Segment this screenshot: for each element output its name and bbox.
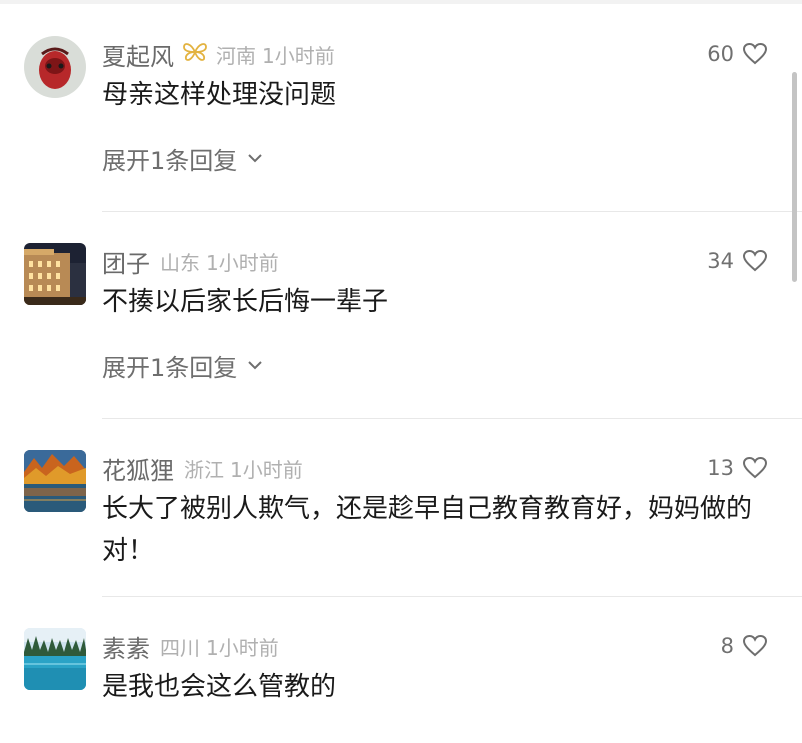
like-button[interactable]: 34 [707,243,768,279]
like-count: 34 [707,249,734,273]
location: 河南 [216,43,256,68]
comment-list-screen: 夏起风 河南 1小时前 60 母亲这样处理没问题 展开1条回复 团子 山东 1小… [0,0,802,743]
username[interactable]: 夏起风 [102,37,174,72]
comment-meta: 夏起风 河南 1小时前 [102,36,335,72]
location: 浙江 [184,457,224,482]
like-button[interactable]: 8 [721,628,768,664]
chevron-down-icon [248,154,262,163]
expand-replies-button[interactable]: 展开1条回复 [102,140,263,176]
divider [102,211,802,212]
username[interactable]: 素素 [102,629,150,664]
like-count: 13 [707,456,734,480]
heart-icon [742,42,768,65]
like-button[interactable]: 13 [707,450,768,486]
comment-meta: 花狐狸 浙江 1小时前 [102,450,303,486]
scrollbar[interactable] [792,72,797,282]
like-count: 8 [720,634,734,658]
avatar-blue-lake-image [24,628,86,690]
avatar-building-night-image [24,243,86,305]
timestamp: 1小时前 [206,250,279,275]
expand-replies-label: 展开1条回复 [102,146,238,175]
avatar-autumn-lake-image [24,450,86,512]
heart-icon [742,456,768,479]
comment-meta: 团子 山东 1小时前 [102,243,279,279]
heart-icon [742,634,768,657]
avatar[interactable] [24,243,86,305]
expand-replies-button[interactable]: 展开1条回复 [102,347,263,383]
avatar-red-mask-image [24,36,86,98]
expand-replies-label: 展开1条回复 [102,353,238,382]
username[interactable]: 花狐狸 [102,451,174,486]
comment-text: 是我也会这么管教的 [102,672,337,702]
location: 四川 [160,635,200,660]
avatar[interactable] [24,628,86,690]
timestamp: 1小时前 [230,457,303,482]
chevron-down-icon [248,361,262,370]
divider [102,418,802,419]
comment-text: 不揍以后家长后悔一辈子 [102,287,389,317]
like-button[interactable]: 60 [707,36,768,72]
comment-text: 母亲这样处理没问题 [102,80,337,110]
username[interactable]: 团子 [102,244,150,279]
divider [102,596,802,597]
heart-icon [742,249,768,272]
avatar[interactable] [24,36,86,98]
timestamp: 1小时前 [206,635,279,660]
timestamp: 1小时前 [262,43,335,68]
comment-meta: 素素 四川 1小时前 [102,628,279,664]
comment-text: 长大了被别人欺气，还是趁早自己教育教育好，妈妈做的对！ [102,494,753,566]
location: 山东 [160,250,200,275]
butterfly-badge-icon [182,41,208,67]
like-count: 60 [707,42,734,66]
top-edge [0,0,802,4]
avatar[interactable] [24,450,86,512]
